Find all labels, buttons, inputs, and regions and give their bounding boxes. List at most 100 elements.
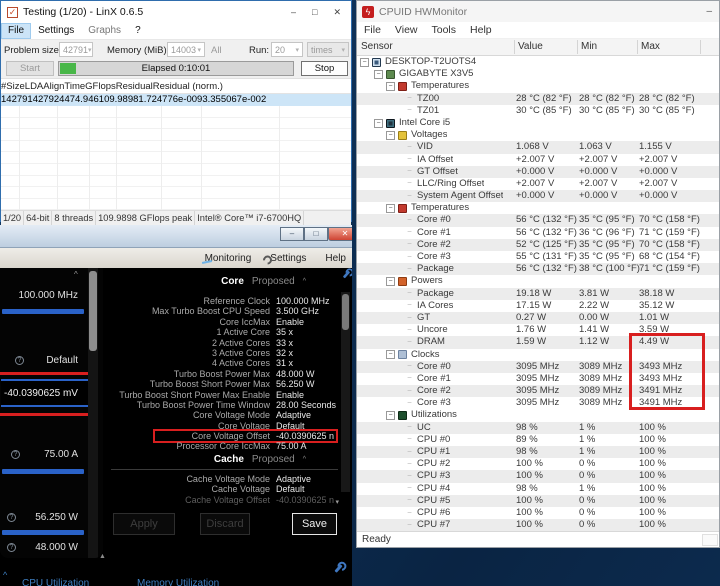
xtu-toolbar-item[interactable]: Monitoring bbox=[201, 253, 252, 264]
sensor-row[interactable]: − IA Offset +2.007 V +2.007 V +2.007 V bbox=[357, 154, 719, 166]
setting-row[interactable]: 4 Active Cores 31 x bbox=[107, 358, 340, 368]
column-header-min[interactable]: Min bbox=[581, 41, 597, 52]
sensor-row[interactable]: − Package 56 °C (132 °F) 38 °C (100 °F) … bbox=[357, 263, 719, 275]
tree-expander-icon[interactable]: − bbox=[405, 435, 414, 444]
setting-row[interactable]: Max Turbo Boost CPU Speed 3.500 GHz bbox=[107, 306, 340, 316]
setting-row[interactable]: Core IccMax Enable bbox=[107, 317, 340, 327]
linx-menu-item[interactable]: ? bbox=[128, 23, 148, 39]
sensor-row[interactable]: − CPU #4 98 % 1 % 100 % bbox=[357, 483, 719, 495]
column-header-sensor[interactable]: Sensor bbox=[361, 41, 393, 52]
tree-expander-icon[interactable]: − bbox=[386, 204, 395, 213]
column-header[interactable]: LDA bbox=[25, 79, 43, 93]
tree-expander-icon[interactable]: − bbox=[405, 472, 414, 481]
maximize-icon[interactable]: □ bbox=[304, 227, 328, 241]
tree-expander-icon[interactable]: − bbox=[386, 277, 395, 286]
minimize-icon[interactable]: – bbox=[706, 6, 712, 17]
tree-expander-icon[interactable]: − bbox=[405, 216, 414, 225]
tree-expander-icon[interactable]: − bbox=[405, 192, 414, 201]
linx-menu-item[interactable]: File bbox=[1, 23, 31, 39]
short-power-max-slider[interactable] bbox=[2, 530, 84, 535]
maximize-icon[interactable]: □ bbox=[312, 7, 317, 18]
tree-expander-icon[interactable]: − bbox=[405, 460, 414, 469]
tree-expander-icon[interactable]: − bbox=[386, 350, 395, 359]
all-label[interactable]: All bbox=[211, 45, 222, 56]
setting-row[interactable]: Turbo Boost Short Power Max Enable Enabl… bbox=[107, 390, 340, 400]
sensor-row[interactable]: − Uncore 1.76 W 1.41 W 3.59 W bbox=[357, 324, 719, 336]
sensor-row[interactable]: − LLC/Ring Offset +2.007 V +2.007 V +2.0… bbox=[357, 178, 719, 190]
sensor-row[interactable]: − IA Cores 17.15 W 2.22 W 35.12 W bbox=[357, 300, 719, 312]
linx-menu-item[interactable]: Graphs bbox=[81, 23, 128, 39]
column-header[interactable]: Residual bbox=[116, 79, 153, 93]
save-button[interactable]: Save bbox=[292, 513, 337, 535]
tree-expander-icon[interactable]: − bbox=[405, 143, 414, 152]
tree-expander-icon[interactable]: − bbox=[405, 399, 414, 408]
linx-menu-item[interactable]: Settings bbox=[31, 23, 81, 39]
results-table-row-selected[interactable]: 142791427924474.946109.98981.724776e-009… bbox=[1, 94, 351, 106]
scrollbar-thumb[interactable] bbox=[89, 271, 97, 351]
setting-row[interactable]: 2 Active Cores 33 x bbox=[107, 338, 340, 348]
sensor-row[interactable]: − Core #1 56 °C (132 °F) 36 °C (96 °F) 7… bbox=[357, 227, 719, 239]
hwmonitor-titlebar[interactable]: ϟ CPUID HWMonitor – bbox=[357, 1, 719, 22]
sensor-row[interactable]: − Core #1 3095 MHz 3089 MHz 3493 MHz bbox=[357, 373, 719, 385]
column-header[interactable]: Align bbox=[43, 79, 64, 93]
sensor-row[interactable]: − Powers bbox=[357, 275, 719, 287]
setting-row[interactable]: 1 Active Core 35 x bbox=[107, 327, 340, 337]
tree-expander-icon[interactable]: − bbox=[405, 326, 414, 335]
sensor-row[interactable]: − Core #0 3095 MHz 3089 MHz 3493 MHz bbox=[357, 361, 719, 373]
tree-expander-icon[interactable]: − bbox=[405, 94, 414, 103]
sensor-row[interactable]: − GIGABYTE X3V5 bbox=[357, 68, 719, 80]
sensor-row[interactable]: − Temperatures bbox=[357, 202, 719, 214]
right-panel-scrollbar[interactable] bbox=[341, 292, 350, 492]
caret-up-icon[interactable]: ^ bbox=[3, 570, 7, 580]
setting-row[interactable]: 3 Active Cores 32 x bbox=[107, 348, 340, 358]
sensor-row[interactable]: − System Agent Offset +0.000 V +0.000 V … bbox=[357, 190, 719, 202]
sensor-row[interactable]: − DRAM 1.59 W 1.12 W 4.49 W bbox=[357, 336, 719, 348]
apply-button[interactable]: Apply bbox=[113, 513, 175, 535]
tree-expander-icon[interactable]: − bbox=[405, 448, 414, 457]
column-header[interactable]: Time bbox=[64, 79, 85, 93]
linx-titlebar[interactable]: ✓ Testing (1/20) - LinX 0.6.5 – □ ✕ bbox=[1, 1, 351, 23]
setting-row[interactable]: Core Voltage Mode Adaptive bbox=[107, 410, 340, 420]
setting-row[interactable]: Cache Voltage Mode Adaptive bbox=[107, 474, 340, 484]
minimize-icon[interactable]: – bbox=[291, 7, 296, 18]
sensor-row[interactable]: − Voltages bbox=[357, 129, 719, 141]
minimize-icon[interactable]: – bbox=[280, 227, 304, 241]
run-unit-select[interactable]: times▾ bbox=[307, 42, 349, 57]
tree-expander-icon[interactable]: − bbox=[405, 338, 414, 347]
tree-expander-icon[interactable]: − bbox=[405, 253, 414, 262]
tree-expander-icon[interactable]: − bbox=[405, 265, 414, 274]
tree-expander-icon[interactable]: − bbox=[405, 484, 414, 493]
sensor-row[interactable]: − GT Offset +0.000 V +0.000 V +0.000 V bbox=[357, 166, 719, 178]
core-voltage-offset-select[interactable]: -40.0390625 mV bbox=[1, 379, 88, 407]
sensor-row[interactable]: − Core #3 3095 MHz 3089 MHz 3491 MHz bbox=[357, 397, 719, 409]
sensor-row[interactable]: − CPU #7 100 % 0 % 100 % bbox=[357, 519, 719, 531]
tree-expander-icon[interactable]: − bbox=[405, 289, 414, 298]
tree-expander-icon[interactable]: − bbox=[374, 70, 383, 79]
hwmonitor-menu-item[interactable]: File bbox=[364, 24, 381, 36]
sensor-row[interactable]: − CPU #0 89 % 1 % 100 % bbox=[357, 434, 719, 446]
tree-expander-icon[interactable]: − bbox=[405, 167, 414, 176]
tree-expander-icon[interactable]: − bbox=[374, 119, 383, 128]
tree-expander-icon[interactable]: − bbox=[405, 362, 414, 371]
start-button[interactable]: Start bbox=[6, 61, 54, 76]
tree-expander-icon[interactable]: − bbox=[405, 374, 414, 383]
column-header-max[interactable]: Max bbox=[641, 41, 660, 52]
setting-row[interactable]: Turbo Boost Short Power Max 56.250 W bbox=[107, 379, 340, 389]
sensor-row[interactable]: − Core #3 55 °C (131 °F) 35 °C (95 °F) 6… bbox=[357, 251, 719, 263]
tree-expander-icon[interactable]: − bbox=[405, 387, 414, 396]
sensor-row[interactable]: − CPU #5 100 % 0 % 100 % bbox=[357, 495, 719, 507]
xtu-toolbar-item[interactable]: Settings bbox=[266, 253, 306, 264]
sensor-row[interactable]: − Utilizations bbox=[357, 409, 719, 421]
hwmonitor-menu-item[interactable]: View bbox=[395, 24, 418, 36]
caret-up-icon[interactable]: ^ bbox=[74, 270, 78, 279]
tree-expander-icon[interactable]: − bbox=[405, 314, 414, 323]
close-icon[interactable]: ✕ bbox=[328, 227, 352, 241]
tree-expander-icon[interactable]: − bbox=[405, 301, 414, 310]
sensor-row[interactable]: − Intel Core i5 bbox=[357, 117, 719, 129]
cpu-utilization-label[interactable]: CPU Utilization bbox=[22, 578, 89, 586]
memory-select[interactable]: 14003▾ bbox=[167, 42, 205, 57]
sensor-row[interactable]: − CPU #1 98 % 1 % 100 % bbox=[357, 446, 719, 458]
tree-expander-icon[interactable]: − bbox=[405, 423, 414, 432]
tree-expander-icon[interactable]: − bbox=[386, 411, 395, 420]
memory-utilization-label[interactable]: Memory Utilization bbox=[137, 578, 219, 586]
